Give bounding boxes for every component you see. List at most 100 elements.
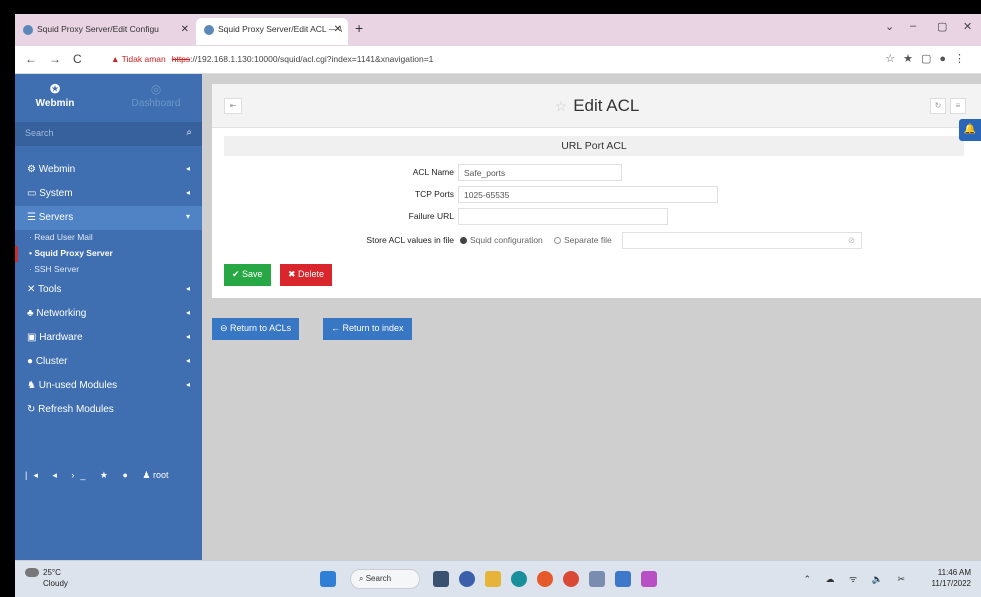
item-label: Squid Proxy Server (34, 248, 113, 258)
edge-icon[interactable] (511, 571, 527, 587)
app-icon[interactable] (641, 571, 657, 587)
address-bar: ← → C ▲ Tidak aman https://192.168.1.130:… (15, 46, 981, 74)
browser-tab-bar: Squid Proxy Server/Edit Configu ✕ Squid … (15, 14, 981, 46)
minimize-icon[interactable]: – (910, 20, 916, 32)
item-label: SSH Server (34, 264, 80, 274)
url-field[interactable]: ▲ Tidak aman https://192.168.1.130:10000/… (111, 50, 851, 70)
failure-url-input[interactable] (458, 208, 668, 225)
reload-icon[interactable]: C (73, 52, 82, 66)
new-tab-button[interactable]: + (355, 20, 363, 36)
radio-label: Separate file (564, 235, 612, 245)
sidebar-bottom-toolbar[interactable]: |◂ ◂ ›_ ★ ● ♟ root (25, 470, 168, 481)
star-icon[interactable]: ☆ (555, 98, 568, 114)
network-tool-icon[interactable] (589, 571, 605, 587)
failure-url-label: Failure URL (408, 211, 454, 221)
delete-label: Delete (298, 269, 325, 279)
sidebar-item-system[interactable]: ▭ System ◂ (15, 182, 202, 206)
store-acl-label: Store ACL values in file (366, 235, 454, 245)
taskbar-search[interactable]: ⌕ Search (350, 569, 420, 589)
delete-button[interactable]: ✖ Delete (280, 264, 333, 286)
item-label: Refresh Modules (38, 404, 114, 415)
sidebar-item-tools[interactable]: ✕ Tools ◂ (15, 278, 202, 302)
close-window-icon[interactable]: ✕ (963, 20, 972, 33)
not-secure-label[interactable]: Tidak aman (122, 54, 166, 64)
sidebar-item-refresh-modules[interactable]: ↻ Refresh Modules (15, 398, 202, 422)
item-label: Read User Mail (34, 232, 93, 242)
dashboard-label: Dashboard (131, 98, 181, 109)
notification-bell-icon[interactable]: 🔔 (959, 119, 981, 141)
search-icon[interactable]: ⌕ (186, 127, 192, 138)
webmin-logo-icon: ✪ (49, 82, 61, 96)
browser-toolbar-icons[interactable]: ☆★▢●⋮ (885, 52, 973, 65)
return-to-index-button[interactable]: ← Return to index (323, 318, 412, 340)
save-button[interactable]: ✔ Save (224, 264, 271, 286)
tab-list-icon[interactable]: ⌄ (885, 20, 894, 33)
forward-icon[interactable]: → (49, 52, 61, 66)
chevron-left-icon: ◂ (185, 284, 190, 293)
sidebar-item-cluster[interactable]: ● Cluster ◂ (15, 350, 202, 374)
item-label: Un-used Modules (38, 380, 118, 391)
close-tab-icon[interactable]: ✕ (181, 24, 189, 35)
sidebar-subitem-read-user-mail[interactable]: · Read User Mail (15, 230, 202, 246)
sidebar-item-unused-modules[interactable]: ♞ Un-used Modules ◂ (15, 374, 202, 398)
user-label[interactable]: ♟ root (142, 470, 168, 480)
item-label: Servers (38, 212, 74, 223)
edit-acl-panel: ⇤ ☆ Edit ACL ↻ ≡ URL Port ACL ACL Name Sa… (212, 84, 981, 298)
failure-url-row: Failure URL (224, 206, 964, 228)
webmin-brand[interactable]: ✪ Webmin (25, 82, 85, 109)
tcp-ports-row: TCP Ports 1025-65535 (224, 184, 964, 206)
tcp-ports-label: TCP Ports (414, 189, 454, 199)
chevron-left-icon: ◂ (185, 380, 190, 389)
page-title: ☆ Edit ACL (212, 96, 981, 116)
weather-widget[interactable]: 25°C Cloudy (25, 567, 68, 589)
return-index-label: Return to index (342, 323, 404, 333)
sidebar-item-hardware[interactable]: ▣ Hardware ◂ (15, 326, 202, 350)
menu-button[interactable]: ≡ (950, 98, 966, 114)
sidebar-item-networking[interactable]: ♣ Networking ◂ (15, 302, 202, 326)
sidebar: ✪ Webmin ◎ Dashboard Search ⌕ ⚙ Webmin ◂ … (15, 74, 202, 560)
back-icon[interactable]: ← (25, 52, 37, 66)
form-title: URL Port ACL (224, 136, 964, 156)
return-to-acls-button[interactable]: ⊖ Return to ACLs (212, 318, 300, 340)
item-label: Webmin (38, 164, 76, 175)
maximize-icon[interactable]: ▢ (937, 20, 947, 33)
item-label: Networking (36, 308, 87, 319)
sidebar-item-webmin[interactable]: ⚙ Webmin ◂ (15, 158, 202, 182)
chrome-icon[interactable] (563, 571, 579, 587)
file-chooser-icon[interactable]: ⊘ (848, 235, 855, 246)
start-icon[interactable] (320, 571, 336, 587)
separate-file-input[interactable]: ⊘ (622, 232, 862, 249)
office-icon[interactable] (537, 571, 553, 587)
clock-date: 11/17/2022 (931, 579, 971, 588)
webmin-favicon-icon (23, 24, 33, 35)
radio-separate-file[interactable]: Separate file (554, 235, 612, 245)
refresh-button[interactable]: ↻ (930, 98, 946, 114)
store-icon[interactable] (615, 571, 631, 587)
acl-name-input[interactable]: Safe_ports (458, 164, 622, 181)
close-tab-icon[interactable]: ✕ (334, 24, 342, 35)
tcp-ports-input[interactable]: 1025-65535 (458, 186, 718, 203)
system-tray-icons[interactable]: ⌃ ☁ ᯤ 🔈 ✂ (803, 572, 911, 585)
chevron-down-icon: ▾ (185, 212, 190, 221)
chevron-left-icon: ◂ (185, 332, 190, 341)
radio-squid-configuration[interactable]: Squid configuration (460, 235, 543, 245)
tab-title: Squid Proxy Server/Edit Configu (37, 24, 159, 34)
temperature: 25°C (43, 568, 61, 577)
sidebar-item-servers[interactable]: ☰ Servers ▾ (15, 206, 202, 230)
browser-tab-2[interactable]: Squid Proxy Server/Edit ACL — \ ✕ (196, 18, 348, 45)
sidebar-search[interactable]: Search ⌕ (15, 122, 202, 146)
task-view-icon[interactable] (433, 571, 449, 587)
page-title-text: Edit ACL (573, 96, 640, 115)
dashboard-link[interactable]: ◎ Dashboard (121, 82, 191, 109)
chat-icon[interactable] (459, 571, 475, 587)
chevron-left-icon: ◂ (185, 308, 190, 317)
save-label: Save (242, 269, 263, 279)
clock[interactable]: 11:46 AM 11/17/2022 (932, 567, 971, 589)
radio-unselected-icon (554, 237, 561, 245)
file-explorer-icon[interactable] (485, 571, 501, 587)
screen: Squid Proxy Server/Edit Configu ✕ Squid … (0, 0, 981, 597)
sidebar-subitem-ssh-server[interactable]: · SSH Server (15, 262, 202, 278)
sidebar-subitem-squid-proxy-server[interactable]: • Squid Proxy Server (15, 246, 202, 262)
item-label: Tools (37, 284, 62, 295)
browser-tab-1[interactable]: Squid Proxy Server/Edit Configu ✕ (15, 18, 195, 45)
